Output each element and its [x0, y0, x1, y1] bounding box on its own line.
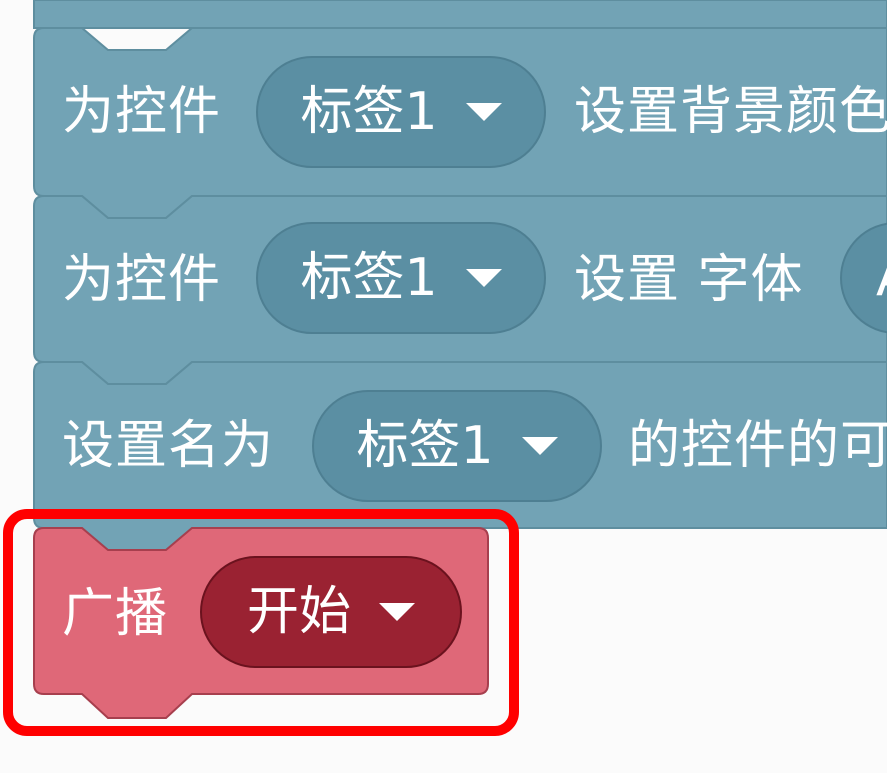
- caret-down-icon: [465, 269, 502, 287]
- caret-down-icon: [465, 103, 502, 121]
- broadcast-prefix-label: 广播: [62, 584, 169, 644]
- block-2-font-dropdown-label: A: [876, 248, 887, 308]
- block-2-dropdown-label: 标签1: [300, 248, 438, 308]
- block-1-suffix-label: 设置背景颜色: [574, 82, 887, 142]
- caret-down-icon: [521, 437, 558, 455]
- block-2-prefix-label: 为控件: [62, 250, 222, 310]
- block-3-suffix-label: 的控件的可: [628, 416, 887, 476]
- block-3-prefix-label: 设置名为: [62, 416, 275, 476]
- block-2-control-dropdown[interactable]: 标签1: [256, 222, 546, 334]
- caret-down-icon: [379, 603, 415, 621]
- block-workspace: 为控件 标签1 设置背景颜色 为控件 标签1 设置 字体 A 设置名为 标签1 …: [0, 0, 887, 773]
- block-2-suffix-label: 设置 字体: [574, 250, 804, 310]
- block-1-dropdown-label: 标签1: [300, 82, 438, 142]
- block-1-prefix-label: 为控件: [62, 82, 222, 142]
- broadcast-message-dropdown[interactable]: 开始: [200, 556, 462, 668]
- block-3-control-dropdown[interactable]: 标签1: [312, 390, 602, 502]
- block-1-control-dropdown[interactable]: 标签1: [256, 56, 546, 168]
- block-3-dropdown-label: 标签1: [356, 416, 494, 476]
- broadcast-dropdown-label: 开始: [246, 582, 351, 642]
